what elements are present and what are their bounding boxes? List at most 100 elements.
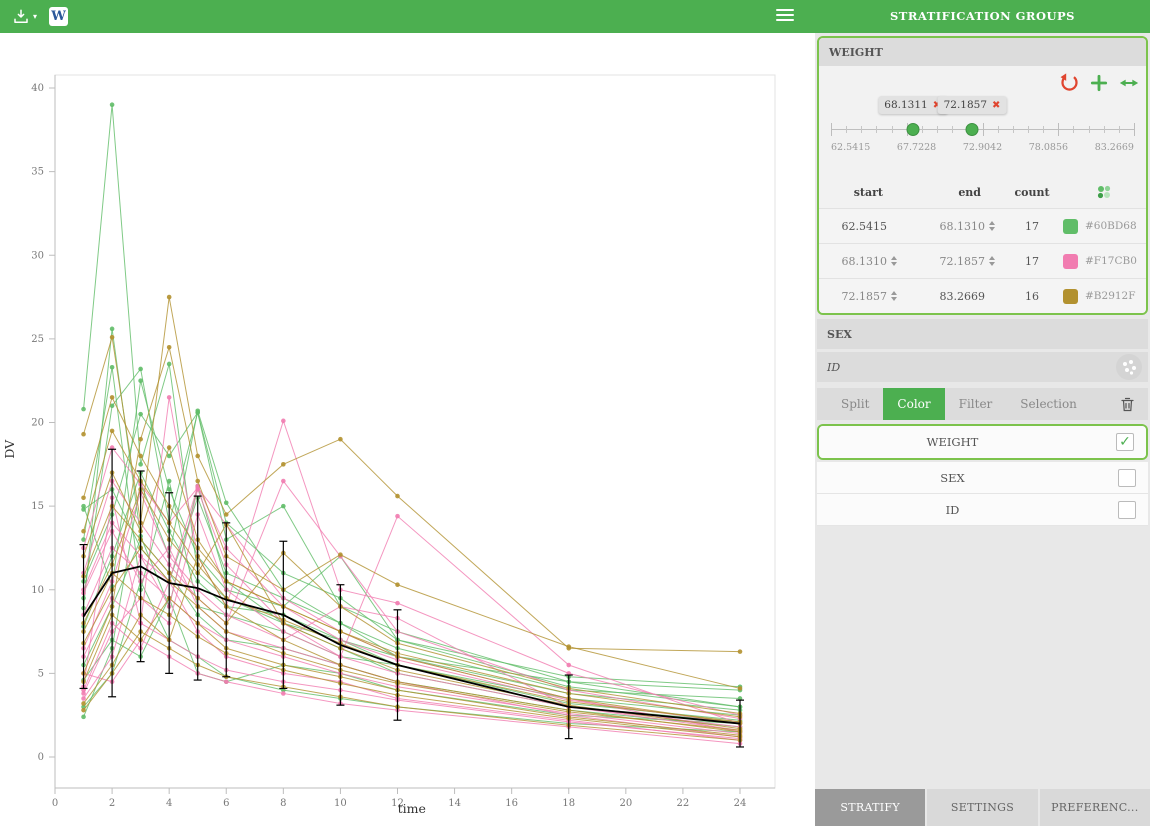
color-swatch[interactable] [1063,219,1078,234]
stratification-panel: WEIGHT 68.1311 ✖ 72.1857 [815,33,1150,826]
variable-row-sex[interactable]: SEX [817,462,1148,494]
slider-handle-1[interactable] [906,123,919,136]
spinner-icon[interactable] [989,256,995,266]
svg-text:8: 8 [280,798,286,809]
col-header-start: start [819,186,905,199]
tab-split[interactable]: Split [827,388,883,420]
weight-variable-highlight: WEIGHT ✓ [817,424,1148,460]
group-count: 17 [1003,255,1061,268]
id-group-title: ID [827,361,840,374]
scatter-select-icon[interactable] [1116,354,1142,383]
color-hex: #60BD68 [1085,220,1137,232]
chip-value: 72.1857 [944,99,987,111]
dv-vs-time-plot[interactable]: 0246810121416182022240510152025303540tim… [0,33,815,826]
scale-label: 78.0856 [1029,142,1068,153]
range-end-input[interactable]: 68.1310 [905,220,1003,233]
color-hex: #F17CB0 [1085,255,1137,267]
id-group-header[interactable]: ID [817,352,1148,382]
scale-label: 62.5415 [831,142,870,153]
table-row: 72.1857 83.2669 16 #B2912F [819,278,1146,313]
mode-tab-bar: Split Color Filter Selection [817,388,1148,420]
svg-text:16: 16 [505,798,518,809]
svg-text:5: 5 [38,668,44,679]
slider-scale-labels: 62.5415 67.7228 72.9042 78.0856 83.2669 [831,142,1134,153]
weight-group-box: WEIGHT 68.1311 ✖ 72.1857 [817,36,1148,315]
range-end-value: 83.2669 [905,290,1003,303]
id-checkbox[interactable] [1118,501,1136,519]
variable-row-id[interactable]: ID [817,494,1148,526]
svg-text:0: 0 [52,798,58,809]
svg-text:22: 22 [677,798,690,809]
weight-range-slider[interactable]: 68.1311 ✖ 72.1857 ✖ 62.5415 67.7228 72.9… [831,122,1134,153]
weight-group-header[interactable]: WEIGHT [819,38,1146,66]
chip-value: 68.1311 [884,99,927,111]
tab-filter[interactable]: Filter [945,388,1007,420]
color-swatch[interactable] [1063,289,1078,304]
variable-label: SEX [817,471,1088,485]
range-end-input[interactable]: 72.1857 [905,255,1003,268]
range-start-value: 62.5415 [819,220,905,233]
svg-text:6: 6 [223,798,229,809]
remove-chip-icon[interactable]: ✖ [992,100,1000,111]
variable-row-weight[interactable]: WEIGHT ✓ [819,426,1146,458]
slider-handle-2[interactable] [965,123,978,136]
reset-icon[interactable] [1059,72,1080,93]
slider-track[interactable] [831,122,1134,136]
tab-preferences[interactable]: PREFERENC... [1040,789,1150,826]
variable-label: WEIGHT [819,435,1086,449]
download-button[interactable]: ▾ [12,8,37,26]
svg-text:DV: DV [2,439,17,459]
spinner-icon[interactable] [891,256,897,266]
color-hex: #B2912F [1085,290,1136,302]
download-icon [12,8,30,26]
weight-groups-table: start end count 62.5415 68.1310 17 #60BD… [819,178,1146,313]
svg-text:20: 20 [31,418,44,429]
top-bar: ▾ W STRATIFICATION GROUPS [0,0,1150,33]
scale-label: 72.9042 [963,142,1002,153]
tab-selection[interactable]: Selection [1006,388,1091,420]
svg-text:14: 14 [448,798,461,809]
svg-text:0: 0 [38,752,44,763]
svg-text:4: 4 [166,798,172,809]
weight-checkbox[interactable]: ✓ [1116,433,1134,451]
spinner-icon[interactable] [891,291,897,301]
sex-checkbox[interactable] [1118,469,1136,487]
svg-text:15: 15 [31,501,44,512]
col-header-count: count [1003,186,1061,199]
range-start-input[interactable]: 68.1310 [819,255,905,268]
svg-text:18: 18 [562,798,575,809]
svg-text:40: 40 [31,83,44,94]
sex-group-title: SEX [827,328,852,341]
bottom-tab-bar: STRATIFY SETTINGS PREFERENC... [815,789,1150,826]
tab-color[interactable]: Color [883,388,944,420]
svg-text:24: 24 [734,798,747,809]
table-row: 68.1310 72.1857 17 #F17CB0 [819,243,1146,278]
sex-group-header[interactable]: SEX [817,319,1148,349]
expand-range-icon[interactable] [1118,73,1140,93]
scale-label: 83.2669 [1095,142,1134,153]
palette-icon[interactable] [1061,184,1146,200]
table-row: 62.5415 68.1310 17 #60BD68 [819,208,1146,243]
plot-area: 0246810121416182022240510152025303540tim… [0,33,815,826]
trash-icon[interactable] [1107,388,1148,420]
svg-text:10: 10 [334,798,347,809]
group-count: 17 [1003,220,1061,233]
check-icon: ✓ [1119,435,1131,449]
menu-icon[interactable] [776,9,794,24]
tab-stratify[interactable]: STRATIFY [815,789,925,826]
weight-group-title: WEIGHT [829,46,883,59]
group-count: 16 [1003,290,1061,303]
panel-title: STRATIFICATION GROUPS [815,0,1150,33]
scale-label: 67.7228 [897,142,936,153]
svg-text:2: 2 [109,798,115,809]
range-start-input[interactable]: 72.1857 [819,290,905,303]
svg-text:30: 30 [31,250,44,261]
word-export-icon[interactable]: W [49,7,68,26]
color-swatch[interactable] [1063,254,1078,269]
add-cut-icon[interactable] [1089,73,1109,93]
tab-settings[interactable]: SETTINGS [927,789,1037,826]
cutpoint-chip[interactable]: 72.1857 ✖ [938,96,1007,114]
spinner-icon[interactable] [989,221,995,231]
svg-text:time: time [398,801,426,816]
variable-label: ID [817,503,1088,517]
